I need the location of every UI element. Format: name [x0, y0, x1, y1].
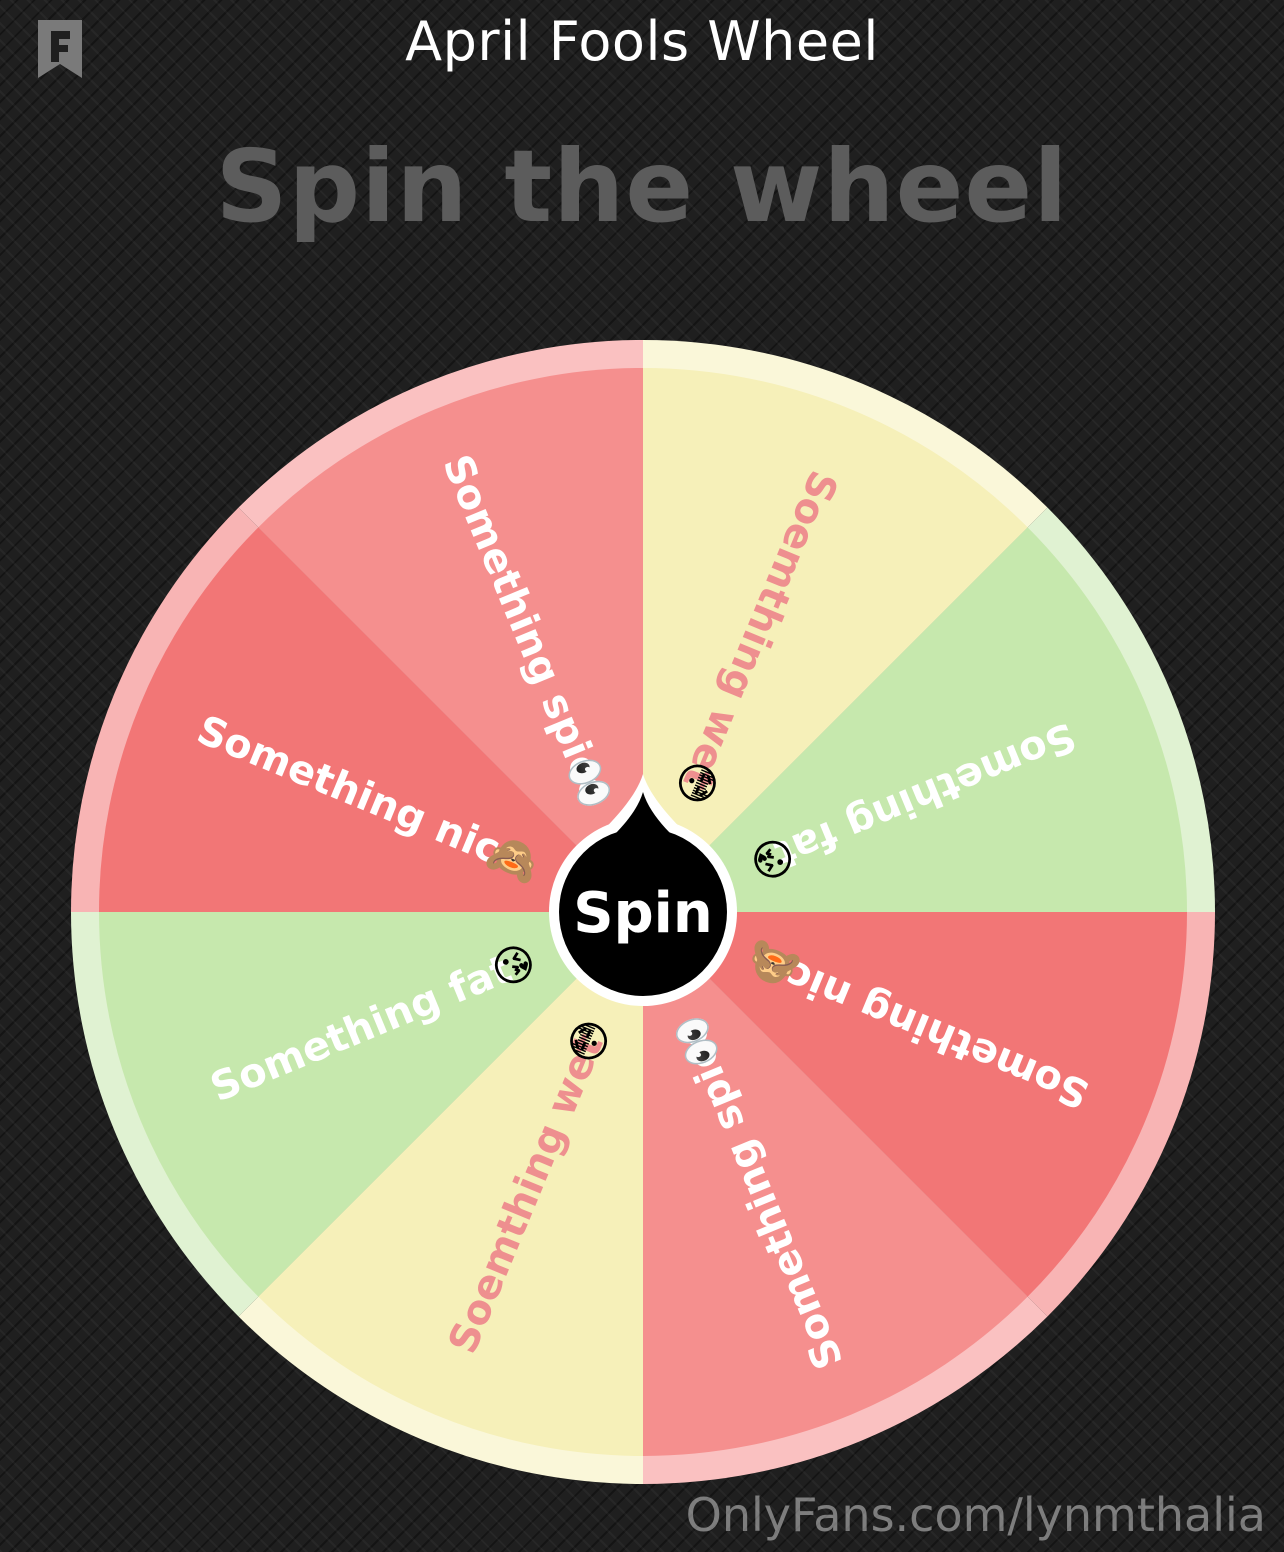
spin-wheel[interactable]: Soemthing wet😳 Something fat😘Something ni…: [0, 0, 1284, 1552]
watermark: OnlyFans.com/lynmthalia: [685, 1488, 1266, 1542]
spin-button-label: Spin: [573, 881, 712, 946]
